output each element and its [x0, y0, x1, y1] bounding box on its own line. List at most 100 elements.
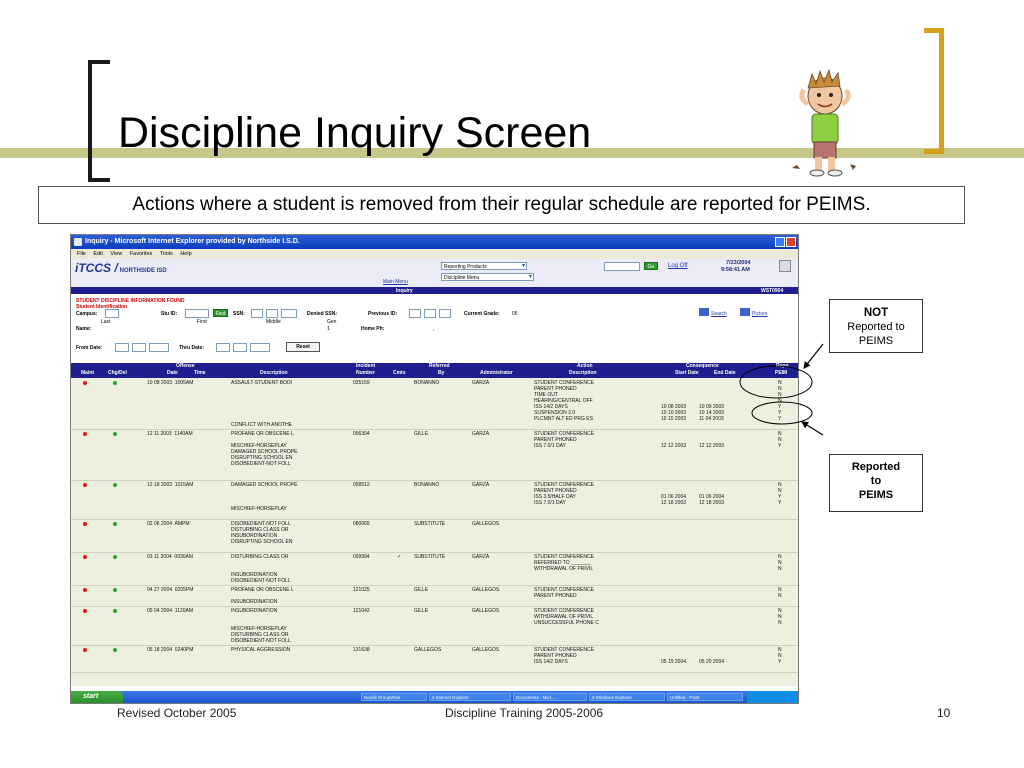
taskbar-item-ie[interactable]: 2 Internet Explorer [429, 693, 511, 701]
consequence-start-date: 05 19 2004 [661, 659, 687, 665]
incident-number: 099994 [353, 554, 370, 560]
change-record-icon[interactable] [113, 483, 117, 487]
edit-record-icon[interactable] [83, 381, 87, 385]
arrow-reported [800, 421, 824, 436]
callout-not-bold: NOT [863, 307, 889, 319]
edit-record-icon[interactable] [83, 483, 87, 487]
discipline-select-value: Discipline Menu [444, 275, 480, 281]
offense-description: PROFANE OR OBSCENE L [231, 431, 294, 437]
app-logo: iTCCS / NORTHSIDE ISD [75, 261, 167, 275]
search-icon[interactable] [699, 308, 709, 316]
edit-record-icon[interactable] [83, 588, 87, 592]
circle-reported [751, 401, 813, 425]
incident-number: 058512 [353, 482, 370, 488]
start-button[interactable]: start [71, 691, 123, 703]
callout-reported-line3: PEIMS [858, 489, 894, 501]
from-date-month[interactable] [115, 343, 129, 352]
reset-button[interactable]: Reset [286, 342, 320, 352]
slide-title: Discipline Inquiry Screen [118, 109, 592, 157]
row-separator [71, 645, 798, 646]
picture-icon[interactable] [740, 308, 750, 316]
menu-help[interactable]: Help [180, 251, 191, 257]
denied-ssn-label: Denied SSN: [307, 311, 338, 317]
menu-view[interactable]: View [110, 251, 122, 257]
row-separator [71, 480, 798, 481]
first-name-label: First [197, 319, 207, 325]
action-description: PARENT PHONED [534, 593, 577, 599]
go-button[interactable]: Go [644, 262, 658, 270]
callout-not-line3: PEIMS [858, 335, 894, 347]
offense-datetime: 05 18 2004 0240PM [147, 647, 194, 653]
menu-favorites[interactable]: Favorites [130, 251, 153, 257]
ssn-label: SSN: [233, 311, 245, 317]
change-record-icon[interactable] [113, 381, 117, 385]
ssn-input-3[interactable] [281, 309, 297, 318]
search-link[interactable]: Search [711, 311, 727, 317]
peims-flag: Y [778, 500, 782, 506]
minimize-button[interactable] [775, 237, 785, 247]
incident-number: 025159 [353, 380, 370, 386]
change-record-icon[interactable] [113, 432, 117, 436]
close-button[interactable] [786, 237, 796, 247]
taskbar-item-explorer[interactable]: 2 Windows Explorer [589, 693, 665, 701]
edit-record-icon[interactable] [83, 609, 87, 613]
grid-header: Maint Chg/Del Offense Date Time Descript… [71, 363, 798, 378]
previous-id-input-2[interactable] [424, 309, 436, 318]
menu-file[interactable]: File [77, 251, 86, 257]
go-input[interactable] [604, 262, 640, 271]
left-bracket-decoration [88, 60, 110, 182]
home-phone-value: , [433, 326, 435, 332]
change-record-icon[interactable] [113, 555, 117, 559]
taskbar-item-groupwise[interactable]: Novell GroupWise [361, 693, 427, 701]
previous-id-input-3[interactable] [439, 309, 451, 318]
offense-datetime: 12 18 2003 1015AM [147, 482, 194, 488]
offense-description: INSUBORDINATION [231, 608, 278, 614]
stu-id-input[interactable] [185, 309, 209, 318]
app-header [71, 259, 798, 287]
col-chg-del: Chg/Del [108, 370, 127, 376]
find-button[interactable]: Find [213, 309, 228, 317]
col-action-description: Description [569, 370, 597, 376]
ssn-input-1[interactable] [251, 309, 263, 318]
logoff-link[interactable]: Log Off [668, 263, 688, 269]
referred-by: SUBSTITUTE [414, 521, 446, 527]
peims-flag: Y [778, 443, 782, 449]
taskbar-item-paint[interactable]: Untitled - Paint [667, 693, 743, 701]
from-date-day[interactable] [132, 343, 146, 352]
thru-date-day[interactable] [233, 343, 247, 352]
administrator: GARZA [472, 380, 490, 386]
callout-reported-line2: to [870, 475, 882, 487]
thru-date-year[interactable] [250, 343, 270, 352]
change-record-icon[interactable] [113, 588, 117, 592]
main-menu-link[interactable]: Main Menu [383, 279, 408, 285]
change-record-icon[interactable] [113, 522, 117, 526]
grid-body: 10 08 2003 1005AM ASSAULT-STUDENT BODI CON… [71, 378, 798, 686]
incident-number: 056304 [353, 431, 370, 437]
reporting-select-value: Reporting Products [444, 264, 487, 270]
edit-record-icon[interactable] [83, 522, 87, 526]
campus-input[interactable] [105, 309, 119, 318]
menu-tools[interactable]: Tools [160, 251, 173, 257]
administrator: GARZA [472, 431, 490, 437]
edit-record-icon[interactable] [83, 432, 87, 436]
thru-date-month[interactable] [216, 343, 230, 352]
action-description: UNSUCCESSFUL PHONE C [534, 620, 599, 626]
edit-record-icon[interactable] [83, 555, 87, 559]
previous-id-input-1[interactable] [409, 309, 421, 318]
consequence-start-date: 12 12 2003 [661, 443, 687, 449]
current-time: 9:58:41 AM [721, 267, 750, 273]
change-record-icon[interactable] [113, 609, 117, 613]
ssn-input-2[interactable] [266, 309, 278, 318]
edit-record-icon[interactable] [83, 648, 87, 652]
change-record-icon[interactable] [113, 648, 117, 652]
discipline-select[interactable]: Discipline Menu [441, 273, 534, 281]
menu-edit[interactable]: Edit [93, 251, 102, 257]
from-date-year[interactable] [149, 343, 169, 352]
reporting-select[interactable]: Reporting Products [441, 262, 527, 270]
offense-description: MISCHIEF-HORSEPLAY [231, 506, 287, 512]
taskbar-item-documents[interactable]: Documents - Micr... [513, 693, 587, 701]
current-grade-label: Current Grade: [464, 311, 500, 317]
home-icon[interactable] [779, 260, 791, 272]
picture-link[interactable]: Picture [752, 311, 768, 317]
action-description: ISS 14/2 DAYS [534, 659, 568, 665]
